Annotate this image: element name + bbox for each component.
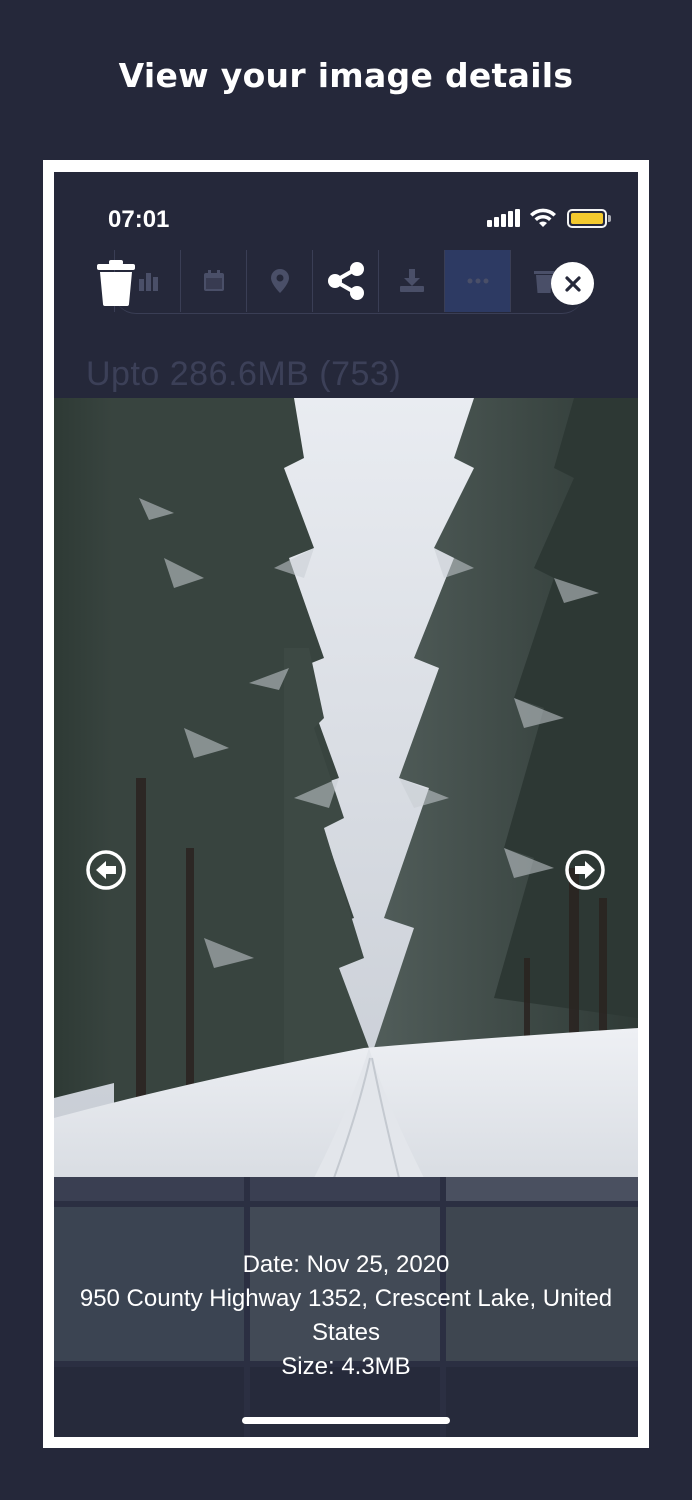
home-indicator[interactable]	[242, 1417, 450, 1424]
trash-icon[interactable]	[96, 260, 136, 306]
share-button[interactable]	[312, 250, 378, 312]
storage-summary: Upto 286.6MB (753)	[86, 355, 402, 393]
calendar-icon	[203, 270, 224, 291]
image-address-continued: States	[311, 1319, 381, 1346]
phone-screen: 07:01 Upto 286.6MB (753) Date: Nov 25, 2…	[54, 172, 638, 1437]
wifi-icon	[530, 208, 556, 227]
image-address: 950 County Highway 1352, Crescent Lake, …	[79, 1285, 613, 1312]
photo-preview[interactable]	[54, 398, 638, 1178]
battery-icon	[567, 209, 607, 228]
calendar-button[interactable]	[180, 250, 246, 312]
download-icon	[399, 269, 424, 292]
next-image-button[interactable]	[564, 849, 606, 891]
status-icons	[487, 206, 617, 230]
more-icon	[467, 278, 488, 284]
image-details: Date: Nov 25, 2020 950 County Highway 13…	[54, 1248, 638, 1384]
image-size: Size: 4.3MB	[281, 1353, 411, 1380]
bar-chart-icon	[138, 273, 158, 291]
close-icon	[564, 275, 581, 292]
previous-image-button[interactable]	[85, 849, 127, 891]
location-button[interactable]	[246, 250, 312, 312]
location-pin-icon	[270, 269, 289, 293]
close-button[interactable]	[551, 262, 594, 305]
status-time: 07:01	[108, 206, 170, 233]
download-button[interactable]	[378, 250, 444, 312]
more-button[interactable]	[444, 250, 510, 312]
page-headline: View your image details	[118, 56, 574, 95]
image-date: Date: Nov 25, 2020	[242, 1251, 450, 1278]
toolbar	[114, 250, 584, 314]
signal-icon	[487, 209, 521, 227]
share-icon	[327, 262, 364, 300]
